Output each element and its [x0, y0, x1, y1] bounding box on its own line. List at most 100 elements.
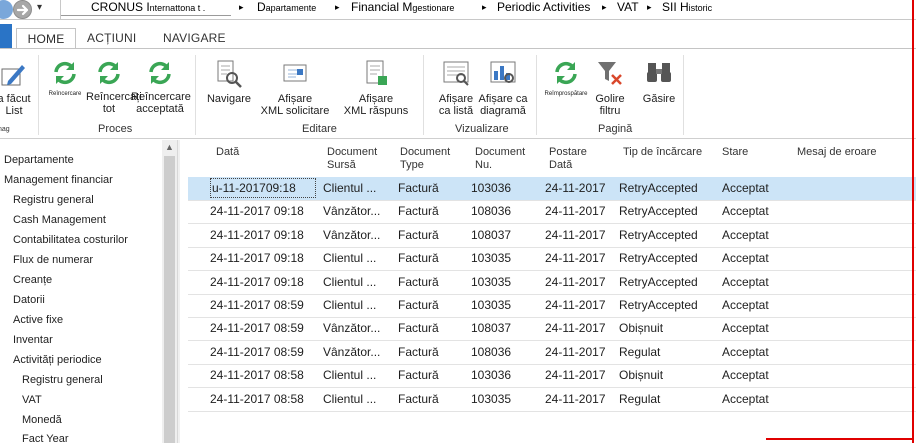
nav-item-cash-management[interactable]: Cash Management: [13, 214, 106, 226]
clear-filter-button[interactable]: Golire filtru: [590, 59, 630, 117]
breadcrumb-departments[interactable]: Dapartamente: [257, 0, 316, 14]
nav-item-fixed-assets[interactable]: Active fixe: [13, 314, 63, 326]
tab-home[interactable]: HOME: [16, 28, 76, 49]
column-header-type-line1: Document: [400, 146, 451, 158]
nav-item-cost-accounting[interactable]: Contabilitatea costurilor: [13, 234, 128, 246]
address-bar: ▾ CRONUS Internattona t . ▸ Dapartamente…: [0, 0, 916, 20]
breadcrumb-departments-main: D: [257, 0, 266, 14]
clear-filter-label-1: Golire: [595, 93, 625, 105]
show-as-chart-label-2: diagramă: [480, 105, 526, 117]
cell-date: 24-11-2017 09:18: [210, 274, 304, 289]
binoculars-icon: [647, 63, 671, 82]
breadcrumb-financial[interactable]: Financial Mgestionare: [351, 0, 454, 14]
breadcrumb-vat[interactable]: VAT: [617, 0, 639, 14]
nav-item-receivables[interactable]: Creanțe: [13, 274, 52, 286]
retry-all-button[interactable]: Reîncercați tot: [86, 59, 142, 115]
breadcrumb-company[interactable]: CRONUS Internattona t .: [91, 0, 205, 14]
cell-no: 103036: [471, 368, 512, 383]
table-row[interactable]: 24-11-2017 09:18 Clientul ... Factură 10303…: [188, 247, 916, 272]
breadcrumb-financial-main: Financial M: [351, 0, 413, 14]
nav-item-cash-flow[interactable]: Flux de numerar: [13, 254, 93, 266]
table-row[interactable]: 24-11-2017 08:59 Vânzător... Factură 108037…: [188, 317, 916, 342]
tab-navigate[interactable]: NAVIGARE: [163, 31, 226, 45]
cell-type: Factură: [398, 181, 439, 195]
cell-type: Factură: [398, 204, 439, 219]
divider: [536, 55, 537, 135]
column-header-date[interactable]: Dată: [216, 146, 239, 159]
back-button[interactable]: [0, 0, 13, 19]
nav-item-inventory[interactable]: Inventar: [13, 334, 53, 346]
retry-button[interactable]: Reîncercare: [44, 59, 86, 98]
navigate-button[interactable]: Navigare: [203, 59, 255, 105]
cell-posting: 24-11-2017: [545, 391, 606, 406]
breadcrumb[interactable]: CRONUS Internattona t . ▸ Dapartamente ▸…: [61, 0, 916, 20]
show-response-xml-button[interactable]: Afișare XML răspuns: [338, 59, 414, 117]
ribbon: a făcut List nag Reîncercare Reîncercați…: [0, 48, 916, 139]
refresh-icon: [555, 61, 577, 85]
breadcrumb-separator-icon: ▸: [335, 2, 340, 12]
column-header-type[interactable]: Document Type: [400, 146, 450, 172]
cell-status: Acceptat: [722, 391, 769, 406]
show-as-list-button[interactable]: Afișare ca listă: [436, 59, 476, 117]
column-header-number[interactable]: Document Nu.: [475, 146, 525, 172]
nav-item-periodic-activities[interactable]: Activități periodice: [13, 354, 102, 366]
column-header-source[interactable]: Document Sursă: [327, 146, 377, 172]
show-response-xml-label-1: Afișare: [358, 93, 394, 105]
chart-view-icon: [490, 61, 516, 83]
breadcrumb-company-small: nternattona t .: [149, 3, 206, 13]
cell-status: Acceptat: [722, 368, 769, 383]
cell-no: 103036: [471, 181, 512, 195]
table-row[interactable]: 24-11-2017 08:58 Clientul ... Factură 10303…: [188, 364, 916, 389]
show-as-chart-button[interactable]: Afișare ca diagramă: [476, 59, 530, 117]
scrollbar-thumb[interactable]: [164, 156, 175, 443]
annotation-line: [766, 438, 914, 440]
cell-no: 108037: [471, 227, 512, 242]
nav-item-periodic-general-ledger[interactable]: Registru general: [22, 374, 103, 386]
nav-item-departments[interactable]: Departamente: [4, 154, 74, 166]
table-row[interactable]: 24-11-2017 09:18 Clientul ... Factură 10303…: [188, 271, 916, 295]
cell-upload: RetryAccepted: [619, 251, 698, 266]
cell-source: Vânzător...: [323, 204, 381, 219]
nav-item-currency[interactable]: Monedă: [22, 414, 62, 426]
partial-list-button[interactable]: a făcut List: [0, 61, 36, 117]
breadcrumb-vat-main: VAT: [617, 0, 639, 14]
cell-upload: RetryAccepted: [619, 227, 698, 242]
column-header-error-message[interactable]: Mesaj de eroare: [797, 146, 877, 159]
application-menu-button[interactable]: [0, 24, 12, 48]
table-row[interactable]: u-11-201709:18 Clientul ... Factură 103036 2…: [188, 177, 916, 201]
column-header-upload-type[interactable]: Tip de încărcare: [623, 146, 702, 159]
breadcrumb-separator-icon: ▸: [239, 2, 244, 12]
column-header-posting-date[interactable]: Postare Dată: [549, 146, 587, 172]
cell-status: Acceptat: [722, 181, 769, 195]
retry-accepted-button[interactable]: Reîncercare acceptată: [131, 59, 191, 115]
table-row[interactable]: 24-11-2017 09:18 Vânzător... Factură 108036…: [188, 200, 916, 225]
table-row[interactable]: 24-11-2017 08:58 Clientul ... Factură 10303…: [188, 388, 916, 412]
nav-item-vat[interactable]: VAT: [22, 394, 42, 406]
breadcrumb-periodic[interactable]: Periodic Activities: [497, 0, 590, 14]
cell-posting: 24-11-2017: [545, 227, 606, 242]
history-dropdown[interactable]: ▾: [37, 2, 42, 13]
nav-item-payables[interactable]: Datorii: [13, 294, 45, 306]
refresh-button[interactable]: Reîmprospătare: [544, 59, 588, 98]
show-request-xml-button[interactable]: Afișare XML solicitare: [256, 59, 334, 117]
navigation-scrollbar[interactable]: ▲: [162, 140, 177, 443]
column-header-status[interactable]: Stare: [722, 146, 748, 159]
cell-posting: 24-11-2017: [545, 204, 606, 219]
cell-date: 24-11-2017 09:18: [210, 251, 304, 266]
show-request-xml-label-2: XML solicitare: [260, 105, 330, 117]
nav-item-financial-management[interactable]: Management financiar: [4, 174, 113, 186]
find-button[interactable]: Găsire: [638, 59, 680, 105]
table-row[interactable]: 24-11-2017 08:59 Vânzător... Factură 108036…: [188, 341, 916, 365]
table-row[interactable]: 24-11-2017 08:59 Clientul ... Factură 10303…: [188, 294, 916, 318]
cell-type: Factură: [398, 391, 439, 406]
nav-item-fact-year[interactable]: Fact Year: [22, 433, 68, 443]
tab-actions[interactable]: ACȚIUNI: [87, 31, 136, 45]
cell-posting: 24-11-2017: [545, 368, 606, 383]
scroll-up-icon[interactable]: ▲: [162, 142, 177, 154]
cell-upload: RetryAccepted: [619, 181, 698, 195]
nav-item-general-ledger[interactable]: Registru general: [13, 194, 94, 206]
table-row[interactable]: 24-11-2017 09:18 Vânzător... Factură 108037…: [188, 224, 916, 248]
forward-button[interactable]: [13, 0, 32, 19]
breadcrumb-sii-history[interactable]: SII Historic: [662, 0, 712, 14]
breadcrumb-periodic-main: Periodic Activities: [497, 0, 591, 14]
